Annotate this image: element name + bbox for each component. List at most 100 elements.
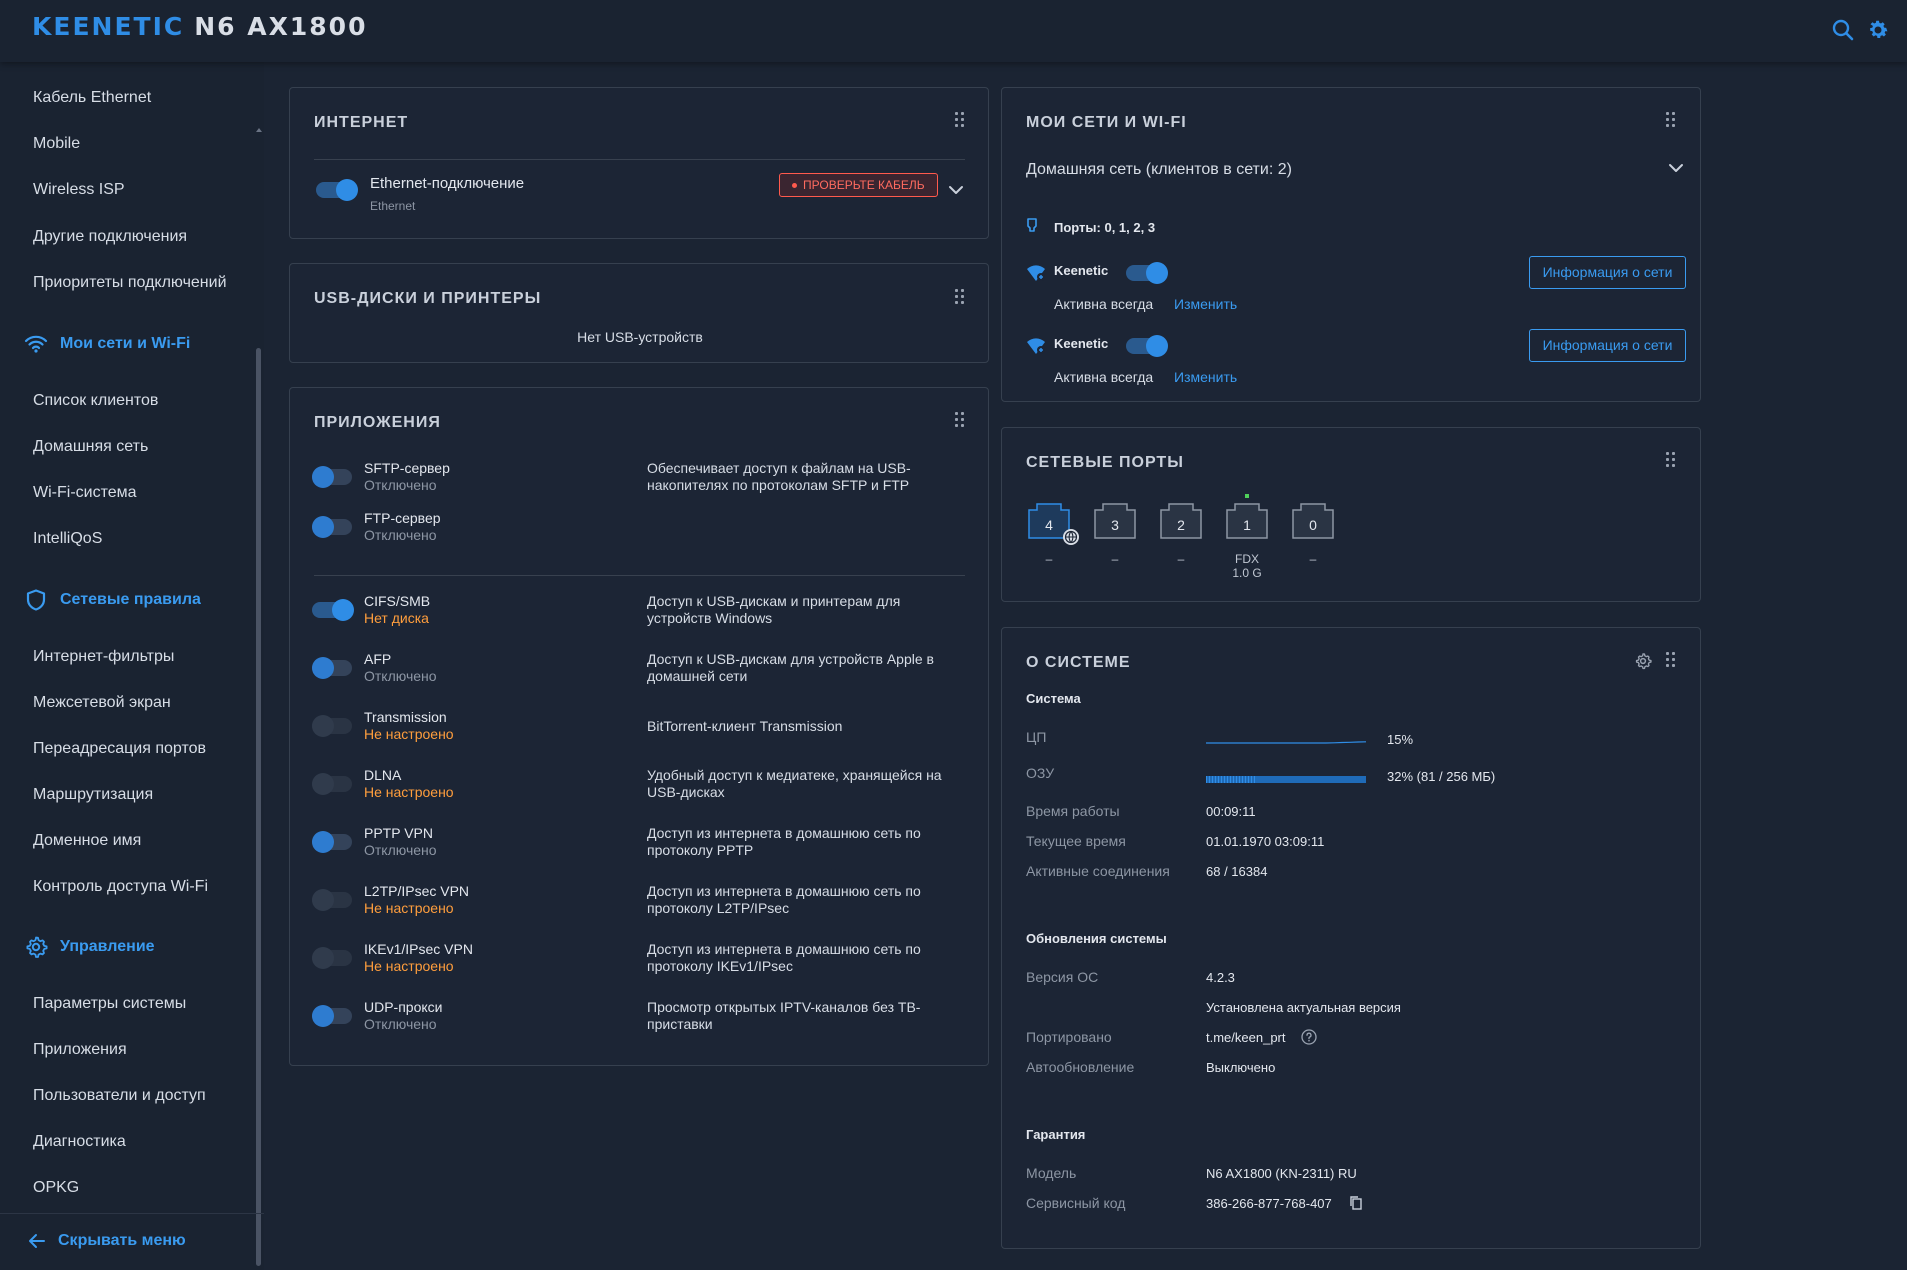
help-icon[interactable] [1301, 1029, 1317, 1045]
sidebar-item-other-connections[interactable]: Другие подключения [33, 228, 187, 246]
app-name[interactable]: L2TP/IPsec VPN [364, 883, 469, 899]
port-status: – [1111, 552, 1119, 566]
usb-empty-text: Нет USB-устройств [577, 329, 703, 345]
app-description: Доступ из интернета в домашнюю сеть по [647, 941, 921, 957]
network-port-1[interactable]: 1 [1224, 494, 1270, 540]
sidebar-item-internet-filters[interactable]: Интернет-фильтры [33, 648, 174, 666]
divider [314, 159, 965, 160]
home-network-selector[interactable]: Домашняя сеть (клиентов в сети: 2) [1026, 161, 1292, 179]
check-cable-text: ПРОВЕРЬТЕ КАБЕЛЬ [803, 178, 925, 192]
app-toggle[interactable] [312, 516, 352, 538]
check-cable-badge: ПРОВЕРЬТЕ КАБЕЛЬ [779, 173, 938, 197]
sidebar-item-port-forwarding[interactable]: Переадресация портов [33, 740, 206, 758]
ram-label: ОЗУ [1026, 765, 1055, 781]
chevron-down-icon[interactable] [1668, 163, 1684, 173]
drag-handle-icon[interactable] [955, 112, 965, 128]
app-toggle[interactable] [312, 466, 352, 488]
search-icon[interactable] [1831, 18, 1855, 42]
network-port-2[interactable]: 2 [1158, 500, 1204, 540]
sidebar-scrollbar[interactable] [256, 348, 261, 1266]
sidebar-item-firewall[interactable]: Межсетевой экран [33, 694, 171, 712]
wifi-ssid: Keenetic [1054, 263, 1109, 278]
app-name[interactable]: IKEv1/IPsec VPN [364, 941, 473, 957]
app-name[interactable]: PPTP VPN [364, 825, 433, 841]
drag-handle-icon[interactable] [1666, 112, 1676, 128]
connection-type: Ethernet [370, 199, 416, 213]
sidebar-section-rules[interactable]: Сетевые правила [24, 588, 201, 612]
error-dot-icon [792, 182, 797, 188]
wifi-network-toggle[interactable] [1126, 262, 1168, 284]
chevron-down-icon[interactable] [948, 185, 964, 195]
wifi-change-link[interactable]: Изменить [1174, 369, 1237, 385]
drag-handle-icon[interactable] [1666, 652, 1676, 668]
app-toggle[interactable] [312, 889, 352, 911]
sidebar-item-domain-name[interactable]: Доменное имя [33, 832, 141, 850]
app-name[interactable]: DLNA [364, 767, 401, 783]
network-info-button[interactable]: Информация о сети [1529, 329, 1686, 362]
app-status: Отключено [364, 477, 437, 493]
sidebar-item-applications[interactable]: Приложения [33, 1041, 127, 1059]
gear-icon[interactable] [1866, 18, 1890, 42]
connection-name[interactable]: Ethernet-подключение [370, 175, 524, 192]
sidebar-item-intelliqos[interactable]: IntelliQoS [33, 530, 102, 548]
brand-logo[interactable]: KEENETIC N6 AX1800 [32, 12, 367, 41]
app-name[interactable]: Transmission [364, 709, 447, 725]
hide-menu-label: Скрывать меню [58, 1232, 186, 1249]
port-number: 3 [1111, 517, 1119, 533]
link-indicator [1245, 494, 1249, 498]
wifi-network-toggle[interactable] [1126, 335, 1168, 357]
app-name[interactable]: AFP [364, 651, 391, 667]
app-toggle[interactable] [312, 599, 354, 621]
drag-handle-icon[interactable] [955, 412, 965, 428]
sidebar-item-home-network[interactable]: Домашняя сеть [33, 438, 148, 456]
sidebar-item-routing[interactable]: Маршрутизация [33, 786, 153, 804]
usb-card-title: USB-ДИСКИ И ПРИНТЕРЫ [314, 290, 542, 307]
sidebar-section-management[interactable]: Управление [24, 935, 155, 959]
app-toggle[interactable] [312, 831, 352, 853]
os-version-value: 4.2.3 [1206, 970, 1235, 985]
app-name[interactable]: CIFS/SMB [364, 593, 430, 609]
network-info-button[interactable]: Информация о сети [1529, 256, 1686, 289]
sidebar-item-users-access[interactable]: Пользователи и доступ [33, 1087, 206, 1105]
app-toggle[interactable] [312, 657, 352, 679]
sidebar-item-wireless-isp[interactable]: Wireless ISP [33, 181, 125, 199]
drag-handle-icon[interactable] [1666, 452, 1676, 468]
ports-card-title: СЕТЕВЫЕ ПОРТЫ [1026, 454, 1184, 471]
app-toggle[interactable] [312, 1005, 352, 1027]
sidebar-item-wifi-system[interactable]: Wi-Fi-система [33, 484, 137, 502]
scroll-up-arrow[interactable] [256, 128, 262, 132]
port-status: – [1045, 552, 1053, 566]
network-port-0[interactable]: 0 [1290, 500, 1336, 540]
network-port-4[interactable]: 4 [1026, 500, 1079, 545]
app-toggle[interactable] [312, 715, 352, 737]
settings-gear-icon[interactable] [1634, 652, 1652, 670]
ported-value[interactable]: t.me/keen_prt [1206, 1030, 1286, 1045]
copy-icon[interactable] [1349, 1195, 1363, 1211]
sidebar-item-system-settings[interactable]: Параметры системы [33, 995, 186, 1013]
app-name[interactable]: FTP-сервер [364, 510, 441, 526]
sidebar-item-client-list[interactable]: Список клиентов [33, 392, 158, 410]
wifi-ssid: Keenetic [1054, 336, 1109, 351]
hide-menu-button[interactable]: Скрывать меню [28, 1232, 186, 1250]
sidebar-item-ethernet[interactable]: Кабель Ethernet [33, 89, 151, 107]
sidebar-item-mobile[interactable]: Mobile [33, 135, 80, 153]
app-name[interactable]: SFTP-сервер [364, 460, 450, 476]
network-port-3[interactable]: 3 [1092, 500, 1138, 540]
sidebar-section-wifi[interactable]: Мои сети и Wi-Fi [24, 332, 190, 356]
internet-connection-toggle[interactable] [316, 179, 358, 201]
sidebar-section-wifi-label: Мои сети и Wi-Fi [60, 335, 191, 352]
app-toggle[interactable] [312, 947, 352, 969]
app-description: Доступ к USB-дискам для устройств Apple … [647, 651, 934, 667]
wifi-change-link[interactable]: Изменить [1174, 296, 1237, 312]
app-name[interactable]: UDP-прокси [364, 999, 442, 1015]
sidebar-item-connection-priorities[interactable]: Приоритеты подключений [33, 274, 227, 292]
cpu-graph [1206, 731, 1367, 745]
app-description: накопителях по протоколам SFTP и FTP [647, 477, 910, 493]
sidebar-item-opkg[interactable]: OPKG [33, 1179, 79, 1197]
drag-handle-icon[interactable] [955, 289, 965, 305]
app-status: Не настроено [364, 900, 454, 916]
sidebar-item-wifi-access-control[interactable]: Контроль доступа Wi-Fi [33, 878, 208, 896]
app-description: Обеспечивает доступ к файлам на USB- [647, 460, 911, 476]
app-toggle[interactable] [312, 773, 352, 795]
sidebar-item-diagnostics[interactable]: Диагностика [33, 1133, 126, 1151]
